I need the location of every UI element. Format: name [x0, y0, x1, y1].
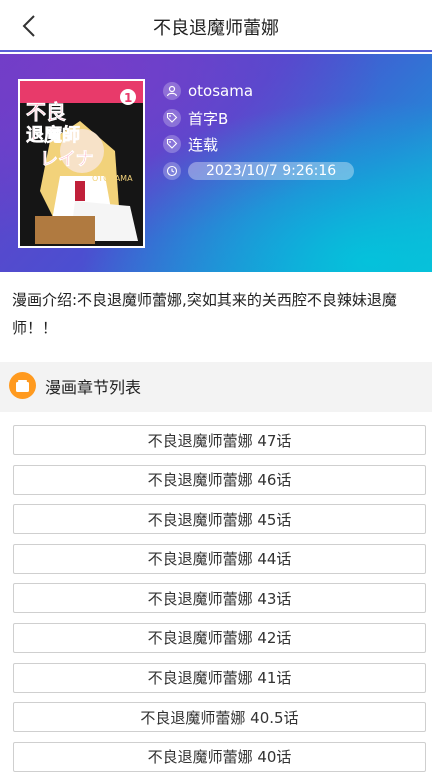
comic-cover-image[interactable]: 不良 退魔師 レイナ 1 OTOSAMA: [18, 79, 145, 248]
chapter-button[interactable]: 不良退魔师蕾娜 40话: [13, 741, 426, 772]
chapter-section-header: 漫画章节列表: [0, 362, 432, 412]
chapter-button[interactable]: 不良退魔师蕾娜 40.5话: [13, 702, 426, 733]
chapter-button[interactable]: 不良退魔师蕾娜 47话: [13, 425, 426, 455]
update-time: 2023/10/7 9:26:16: [188, 162, 355, 180]
cover-author: OTOSAMA: [92, 174, 133, 183]
tag-icon: [163, 135, 181, 153]
user-icon: [163, 82, 181, 100]
status-row: 连载: [163, 133, 218, 155]
comic-info-banner: 不良 退魔師 レイナ 1 OTOSAMA otosama 首字B 连载 2023…: [0, 54, 432, 272]
chapter-button[interactable]: 不良退魔师蕾娜 46话: [13, 464, 426, 495]
cover-title-1: 不良: [26, 100, 66, 124]
cover-title-2: 退魔師: [26, 124, 80, 146]
tag-icon: [163, 109, 181, 127]
book-icon: [9, 372, 36, 399]
cover-volume: 1: [124, 91, 132, 105]
comic-intro: 漫画介绍:不良退魔师蕾娜,突如其来的关西腔不良辣妹退魔师！！: [0, 272, 432, 362]
chapter-list: 不良退魔师蕾娜 47话 不良退魔师蕾娜 46话 不良退魔师蕾娜 45话 不良退魔…: [13, 425, 426, 781]
author-name: otosama: [188, 82, 254, 100]
chapter-button[interactable]: 不良退魔师蕾娜 42话: [13, 622, 426, 653]
page-title: 不良退魔师蕾娜: [153, 18, 279, 39]
cover-title-3: レイナ: [40, 149, 94, 170]
group-row: 首字B: [163, 107, 228, 129]
updated-row: 2023/10/7 9:26:16: [163, 160, 355, 182]
chapter-button[interactable]: 不良退魔师蕾娜 44话: [13, 543, 426, 574]
status-text: 连载: [188, 135, 219, 154]
chapter-button[interactable]: 不良退魔师蕾娜 43话: [13, 583, 426, 614]
group-name: 首字B: [188, 109, 229, 128]
author-row: otosama: [163, 80, 253, 102]
clock-icon: [163, 162, 181, 180]
chapter-button[interactable]: 不良退魔师蕾娜 41话: [13, 662, 426, 693]
top-bar: 不良退魔师蕾娜: [0, 0, 432, 52]
chapter-button[interactable]: 不良退魔师蕾娜 45话: [13, 504, 426, 535]
section-title: 漫画章节列表: [45, 378, 142, 397]
